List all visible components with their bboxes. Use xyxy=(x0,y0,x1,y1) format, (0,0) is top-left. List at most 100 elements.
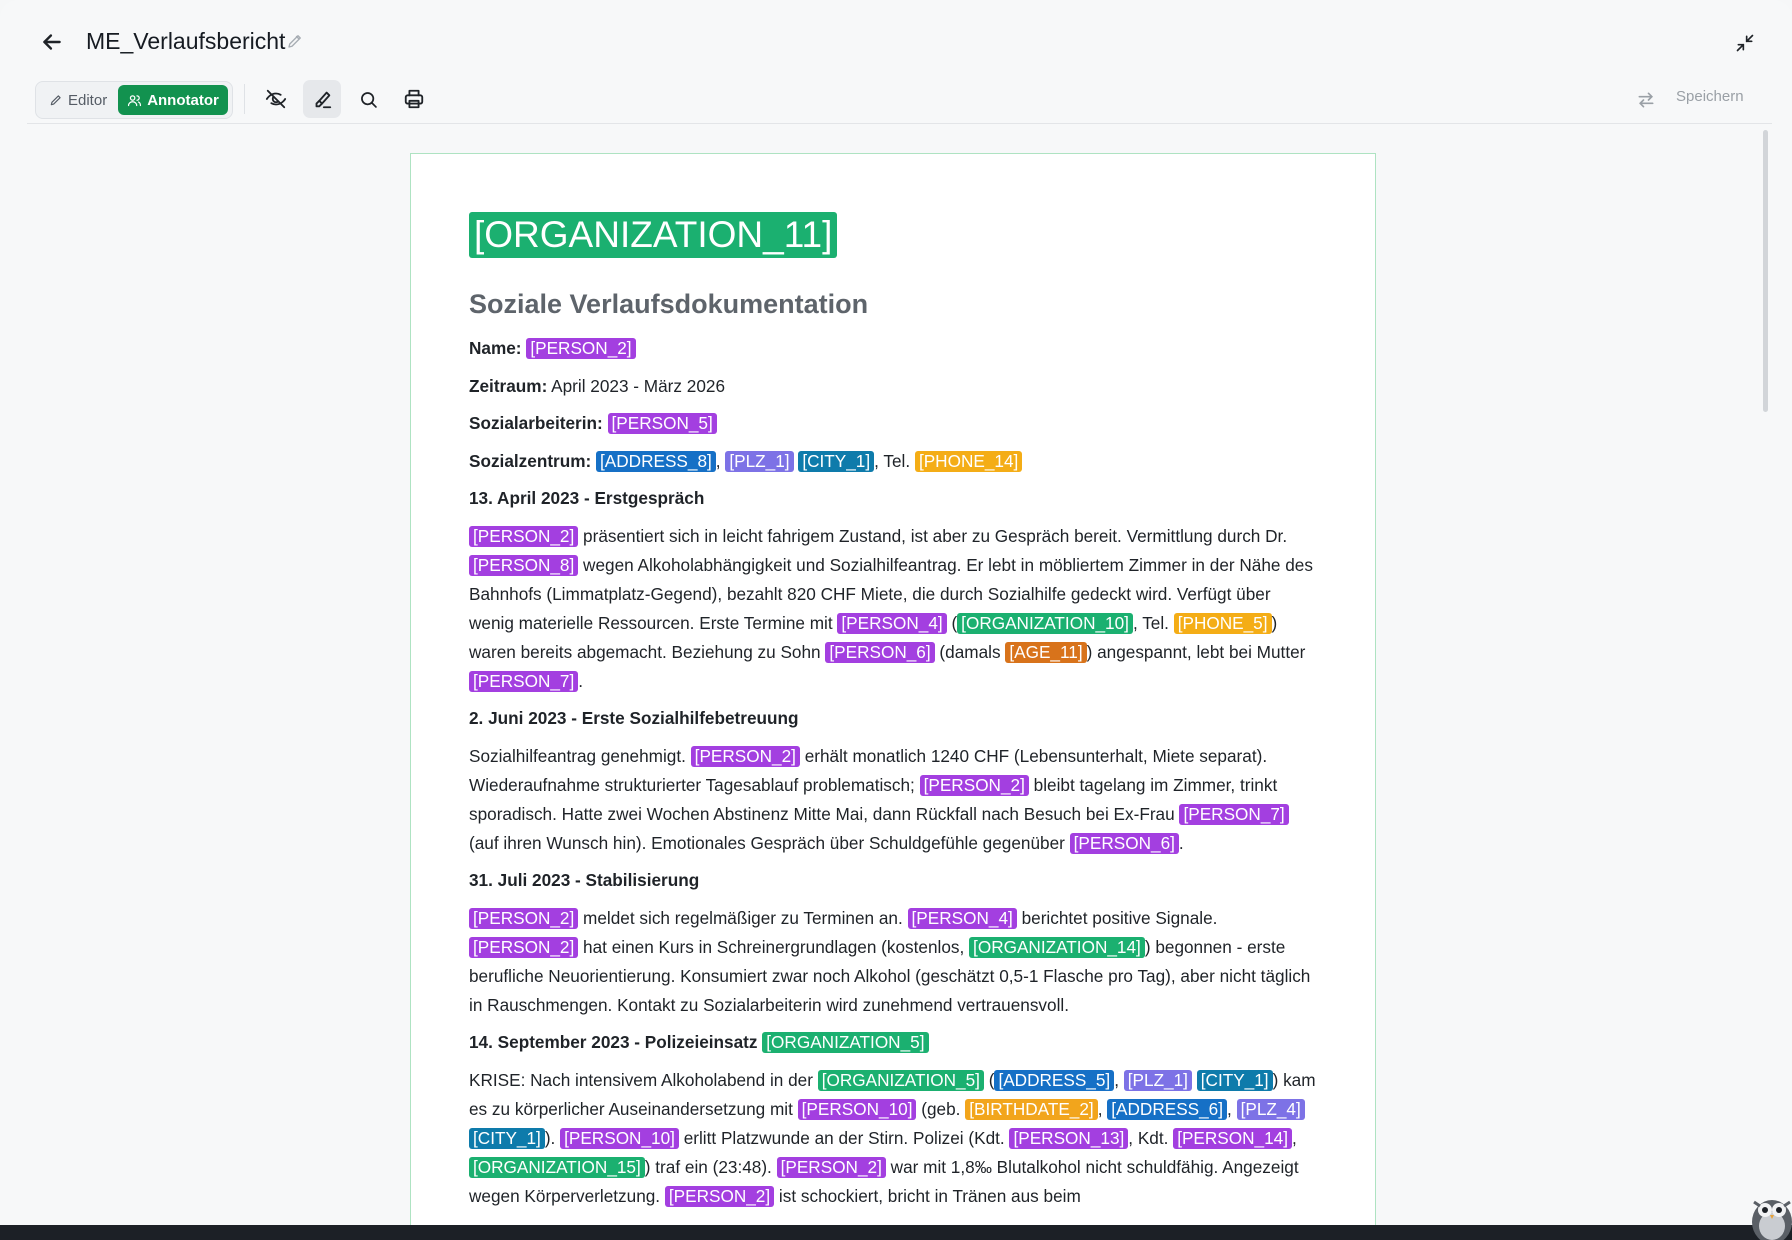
birthdate-tag[interactable]: [BIRTHDATE_2] xyxy=(965,1098,1098,1120)
person-tag[interactable]: [PERSON_6] xyxy=(1069,832,1179,854)
person-tag[interactable]: [PERSON_2] xyxy=(776,1156,886,1178)
print-icon xyxy=(404,89,424,109)
save-button[interactable]: Speichern xyxy=(1676,88,1744,105)
paragraph-text: ) traf ein (23:48). xyxy=(644,1156,777,1177)
section-heading: 14. September 2023 - Polizeieinsatz xyxy=(469,1032,763,1052)
paragraph-text: KRISE: Nach intensivem Alkoholabend in d… xyxy=(469,1069,818,1090)
address-tag[interactable]: [ADDRESS_5] xyxy=(994,1069,1115,1091)
minimize-icon xyxy=(1736,34,1754,52)
mode-toggle: Editor Annotator xyxy=(35,81,233,119)
scrollbar-thumb[interactable] xyxy=(1763,130,1768,412)
person-tag[interactable]: [PERSON_4] xyxy=(907,907,1017,929)
plz-tag[interactable]: [PLZ_4] xyxy=(1236,1098,1305,1120)
name-line: Name: [PERSON_2] xyxy=(469,334,1319,363)
paragraph-text: (auf ihren Wunsch hin). Emotionales Gesp… xyxy=(469,832,1070,853)
paragraph-text: präsentiert sich in leicht fahrigem Zust… xyxy=(578,525,1288,546)
person-tag[interactable]: [PERSON_13] xyxy=(1009,1127,1129,1149)
document-page: [ORGANIZATION_11] Soziale Verlaufsdokume… xyxy=(410,153,1376,1240)
section-heading: 13. April 2023 - Erstgespräch xyxy=(469,488,705,508)
window-bottom-edge xyxy=(0,1225,1792,1240)
person-tag[interactable]: [PERSON_2] xyxy=(690,745,800,767)
person-tag[interactable]: [PERSON_2] xyxy=(664,1185,775,1207)
person-tag[interactable]: [PERSON_2] xyxy=(469,907,579,929)
phone-tag[interactable]: [PHONE_14] xyxy=(914,450,1023,472)
paragraph-text: hat einen Kurs in Schreinergrundlagen (k… xyxy=(578,936,970,957)
users-icon xyxy=(128,94,142,106)
organization-tag[interactable]: [ORGANIZATION_5] xyxy=(817,1069,984,1091)
section-heading: 2. Juni 2023 - Erste Sozialhilfebetreuun… xyxy=(469,708,799,728)
city-tag[interactable]: [CITY_1] xyxy=(1196,1069,1273,1091)
person-tag[interactable]: [PERSON_6] xyxy=(825,641,935,663)
address-tag[interactable]: [ADDRESS_8] xyxy=(596,450,716,472)
toggle-visibility-button[interactable] xyxy=(257,80,295,118)
organization-tag[interactable]: [ORGANIZATION_5] xyxy=(762,1032,929,1053)
name-label: Name: xyxy=(469,338,522,358)
person-tag[interactable]: [PERSON_10] xyxy=(797,1098,917,1120)
editor-mode-label: Editor xyxy=(68,91,108,109)
paragraph-text: ( xyxy=(946,612,958,633)
person-tag[interactable]: [PERSON_7] xyxy=(469,670,579,692)
paragraph-text: erlitt Platzwunde an der Stirn. Polizei … xyxy=(678,1127,1010,1148)
address-tag[interactable]: [ADDRESS_6] xyxy=(1107,1098,1228,1120)
eye-off-icon xyxy=(265,89,287,109)
swap-button[interactable] xyxy=(1632,86,1660,114)
paragraph-text: ist schockiert, bricht in Tränen aus bei… xyxy=(774,1185,1081,1206)
paragraph-text: (damals xyxy=(934,641,1006,662)
section-paragraph: [PERSON_2] meldet sich regelmäßiger zu T… xyxy=(469,904,1319,1020)
city-tag[interactable]: [CITY_1] xyxy=(469,1127,545,1149)
editor-mode-button[interactable]: Editor xyxy=(40,85,116,115)
paragraph-text: , xyxy=(1227,1098,1237,1119)
person-tag[interactable]: [PERSON_10] xyxy=(560,1127,679,1149)
paragraph-text: . xyxy=(1178,832,1184,853)
back-button[interactable] xyxy=(36,26,68,58)
search-button[interactable] xyxy=(349,80,387,118)
annotator-mode-button[interactable]: Annotator xyxy=(118,85,228,115)
toolbar-divider xyxy=(244,84,245,114)
plz-tag[interactable]: [PLZ_1] xyxy=(1123,1069,1192,1091)
zeitraum-label: Zeitraum: xyxy=(469,375,548,396)
highlight-tool-button[interactable] xyxy=(303,80,341,118)
section-heading-line: 14. September 2023 - Polizeieinsatz [ORG… xyxy=(469,1028,1319,1057)
section-paragraph: KRISE: Nach intensivem Alkoholabend in d… xyxy=(469,1066,1319,1211)
paragraph-text: , xyxy=(1114,1069,1124,1090)
organization-tag[interactable]: [ORGANIZATION_14] xyxy=(969,936,1145,958)
rename-button[interactable] xyxy=(286,32,306,52)
section-heading: 31. Juli 2023 - Stabilisierung xyxy=(469,870,700,890)
search-icon xyxy=(360,91,377,108)
section-paragraph: [PERSON_2] präsentiert sich in leicht fa… xyxy=(469,522,1319,696)
age-tag[interactable]: [AGE_11] xyxy=(1005,641,1087,663)
organization-heading-tag[interactable]: [ORGANIZATION_11] xyxy=(469,212,838,258)
sozialzentrum-line: Sozialzentrum: [ADDRESS_8], [PLZ_1] [CIT… xyxy=(469,447,1319,476)
paragraph-text: ) angespannt, lebt bei Mutter xyxy=(1086,641,1306,662)
person-tag[interactable]: [PERSON_2] xyxy=(469,936,579,958)
arrow-left-icon xyxy=(43,34,61,50)
paragraph-text: , Kdt. xyxy=(1128,1127,1174,1148)
paragraph-text: , xyxy=(1292,1127,1297,1148)
paragraph-text: meldet sich regelmäßiger zu Terminen an. xyxy=(578,907,908,928)
document-content[interactable]: [ORGANIZATION_11] Soziale Verlaufsdokume… xyxy=(469,212,1319,1219)
city-tag[interactable]: [CITY_1] xyxy=(798,450,875,472)
paragraph-text: (geb. xyxy=(916,1098,966,1119)
paragraph-text: Sozialhilfeantrag genehmigt. xyxy=(469,745,691,766)
person-tag[interactable]: [PERSON_2] xyxy=(919,774,1029,796)
person-tag[interactable]: [PERSON_14] xyxy=(1173,1127,1292,1149)
person-tag[interactable]: [PERSON_8] xyxy=(469,554,579,576)
person-tag[interactable]: [PERSON_2] xyxy=(526,338,636,359)
paragraph-text: ( xyxy=(983,1069,995,1090)
plz-tag[interactable]: [PLZ_1] xyxy=(725,450,794,472)
collapse-button[interactable] xyxy=(1730,28,1760,58)
organization-tag[interactable]: [ORGANIZATION_15] xyxy=(469,1156,645,1178)
section-paragraph: Sozialhilfeantrag genehmigt. [PERSON_2] … xyxy=(469,742,1319,858)
swap-arrows-icon xyxy=(1638,92,1654,108)
sozialarbeiterin-label: Sozialarbeiterin: xyxy=(469,413,603,433)
pencil-icon xyxy=(50,95,61,106)
document-title: ME_Verlaufsbericht xyxy=(86,28,286,54)
organization-tag[interactable]: [ORGANIZATION_10] xyxy=(957,612,1133,634)
phone-tag[interactable]: [PHONE_5] xyxy=(1173,612,1272,634)
print-button[interactable] xyxy=(395,80,433,118)
person-tag[interactable]: [PERSON_7] xyxy=(1179,803,1289,825)
annotator-mode-label: Annotator xyxy=(147,91,219,109)
person-tag[interactable]: [PERSON_2] xyxy=(469,525,579,547)
person-tag[interactable]: [PERSON_4] xyxy=(837,612,947,634)
person-tag[interactable]: [PERSON_5] xyxy=(607,413,717,434)
